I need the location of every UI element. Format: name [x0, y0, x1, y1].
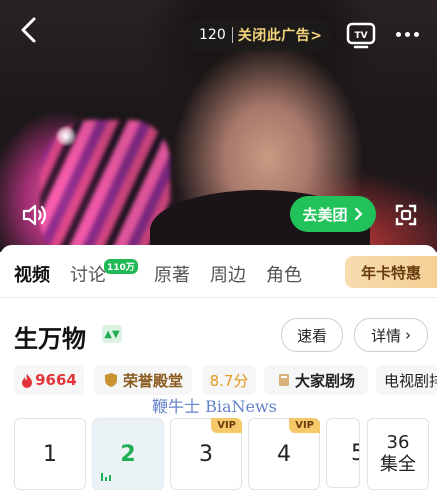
episode-3[interactable]: 3 VIP: [170, 418, 242, 490]
chevron-right-icon: ›: [405, 326, 411, 344]
playing-bars-icon: [101, 473, 111, 481]
volume-icon[interactable]: [20, 201, 50, 229]
popularity-chip[interactable]: 9664: [14, 365, 84, 395]
more-icon[interactable]: [390, 19, 424, 49]
details-label: 详情: [370, 326, 401, 345]
all-episodes-button[interactable]: 36 集全: [367, 418, 429, 490]
more-dot: [413, 31, 419, 37]
annual-card-promo-tab[interactable]: 年卡特惠: [345, 256, 437, 288]
shield-icon: [104, 373, 117, 387]
ad-countdown-pill: 120 关闭此广告>: [186, 18, 332, 52]
ad-divider: [231, 27, 233, 43]
tab-original-novel[interactable]: 原著: [154, 261, 190, 287]
fullscreen-icon[interactable]: [394, 203, 418, 227]
theater-label: 大家剧场: [294, 371, 355, 390]
score-chip[interactable]: 8.7分: [202, 365, 256, 395]
more-dot: [404, 31, 410, 37]
detail-sheet: 视频 讨论 110万 原著 周边 角色 年卡特惠 生万物 ▲▼ 速看 详情 › …: [0, 245, 437, 504]
score-value: 8.7分: [209, 371, 249, 390]
popularity-value: 9664: [35, 371, 77, 389]
close-ad-button[interactable]: 关闭此广告>: [238, 25, 323, 45]
video-frame-light: [55, 125, 77, 147]
tab-discussion[interactable]: 讨论: [70, 261, 106, 287]
hall-of-fame-label: 荣誉殿堂: [122, 371, 183, 390]
discussion-count-badge: 110万: [104, 259, 138, 274]
flame-icon: [22, 373, 33, 388]
back-icon[interactable]: [14, 14, 46, 46]
tab-video[interactable]: 视频: [14, 261, 50, 287]
watermark: 鞭牛士 BiaNews: [152, 397, 277, 416]
episode-number: 3: [199, 441, 213, 467]
episode-number: 1: [43, 441, 57, 467]
ad-countdown: 120: [199, 27, 226, 43]
hall-of-fame-chip[interactable]: 荣誉殿堂: [94, 365, 192, 395]
episode-number: 5: [351, 441, 359, 466]
video-player[interactable]: 120 关闭此广告> TV 去美团: [0, 0, 437, 252]
episode-1[interactable]: 1: [14, 418, 86, 490]
quick-watch-button[interactable]: 速看: [281, 318, 343, 352]
tv-cast-icon[interactable]: TV: [345, 19, 377, 49]
details-button[interactable]: 详情 ›: [354, 318, 428, 352]
episode-number: 4: [277, 441, 291, 467]
go-meituan-button[interactable]: 去美团: [290, 196, 376, 232]
episode-5[interactable]: 5: [326, 418, 360, 488]
book-icon: [278, 374, 289, 386]
chevron-right-icon: [354, 207, 363, 221]
more-dot: [395, 31, 401, 37]
theater-chip[interactable]: 大家剧场: [264, 365, 368, 395]
genre-label: 电视剧排: [384, 371, 437, 390]
episode-4[interactable]: 4 VIP: [248, 418, 320, 490]
genre-chip[interactable]: 电视剧排: [376, 365, 437, 395]
content-tabs: 视频 讨论 110万 原著 周边 角色 年卡特惠: [0, 245, 437, 298]
episode-number: 2: [120, 441, 136, 467]
tab-merchandise[interactable]: 周边: [210, 261, 246, 287]
episode-2[interactable]: 2: [92, 418, 164, 490]
tab-characters[interactable]: 角色: [266, 261, 302, 287]
vip-badge: VIP: [289, 418, 320, 433]
svg-text:TV: TV: [354, 31, 367, 41]
episode-total-label: 集全: [380, 454, 416, 475]
show-title: 生万物: [14, 325, 86, 353]
episode-total-count: 36: [386, 432, 410, 453]
title-expand-icon[interactable]: ▲▼: [102, 325, 122, 343]
go-meituan-label: 去美团: [302, 205, 348, 224]
vip-badge: VIP: [211, 418, 242, 433]
